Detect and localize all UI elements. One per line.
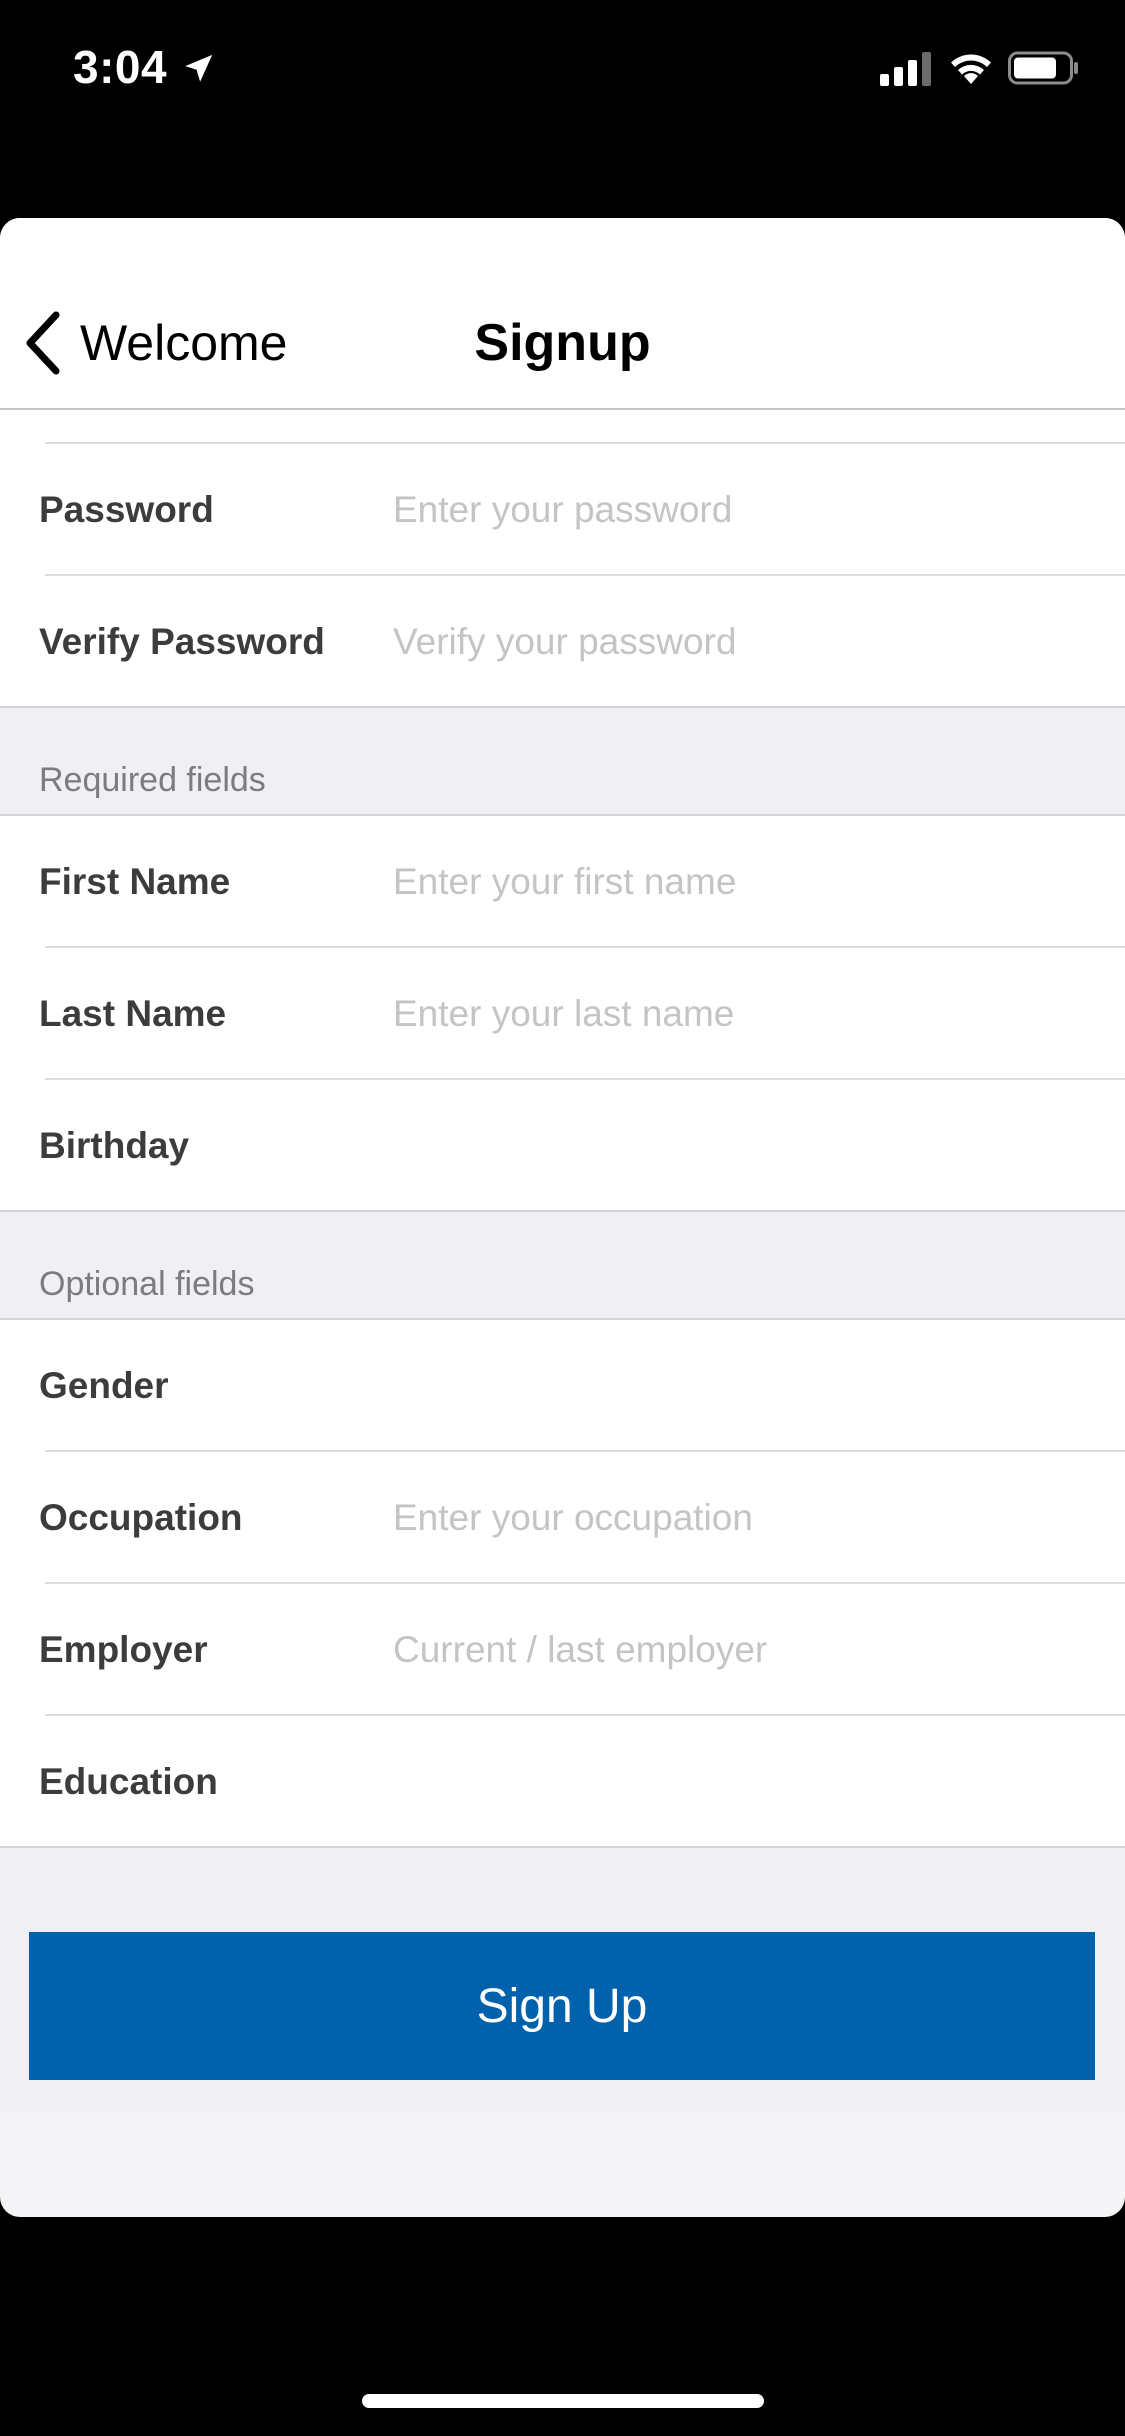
sign-up-button[interactable]: Sign Up	[29, 1932, 1095, 2080]
status-time: 3:04	[73, 41, 168, 93]
occupation-row[interactable]: Occupation	[0, 1452, 1125, 1584]
birthday-row[interactable]: Birthday	[0, 1080, 1125, 1212]
employer-row[interactable]: Employer	[0, 1584, 1125, 1716]
gender-row[interactable]: Gender	[0, 1320, 1125, 1452]
last-name-input[interactable]	[393, 948, 1105, 1080]
home-indicator[interactable]	[362, 2394, 764, 2408]
education-row[interactable]: Education	[0, 1716, 1125, 1848]
optional-fields-label: Optional fields	[39, 1265, 255, 1303]
gender-label: Gender	[39, 1365, 169, 1406]
scrolled-row-edge	[0, 410, 1125, 444]
signup-sheet: Welcome Signup Password Verify Password …	[0, 218, 1125, 2217]
optional-fields-header: Optional fields	[0, 1212, 1125, 1320]
page-title: Signup	[474, 314, 651, 372]
signup-form: Password Verify Password Required fields…	[0, 410, 1125, 2112]
location-arrow-icon	[185, 54, 213, 82]
wifi-icon	[951, 54, 991, 84]
last-name-label: Last Name	[39, 993, 227, 1034]
first-name-row[interactable]: First Name	[0, 816, 1125, 948]
occupation-input[interactable]	[393, 1452, 1105, 1584]
occupation-label: Occupation	[39, 1497, 243, 1538]
password-label: Password	[39, 489, 214, 530]
password-input[interactable]	[393, 444, 1105, 576]
submit-section: Sign Up	[0, 1848, 1125, 2112]
battery-icon	[1008, 51, 1078, 85]
employer-label: Employer	[39, 1629, 208, 1670]
required-fields-label: Required fields	[39, 761, 266, 799]
verify-password-label: Verify Password	[39, 621, 325, 662]
verify-password-row[interactable]: Verify Password	[0, 576, 1125, 708]
cellular-signal-icon	[880, 52, 931, 86]
password-row[interactable]: Password	[0, 444, 1125, 576]
verify-password-input[interactable]	[393, 576, 1105, 708]
required-fields-header: Required fields	[0, 708, 1125, 816]
last-name-row[interactable]: Last Name	[0, 948, 1125, 1080]
first-name-label: First Name	[39, 861, 231, 902]
birthday-label: Birthday	[39, 1125, 190, 1166]
first-name-input[interactable]	[393, 816, 1105, 948]
education-label: Education	[39, 1761, 218, 1802]
status-bar: 3:04	[0, 0, 1125, 140]
employer-input[interactable]	[393, 1584, 1105, 1716]
navigation-bar: Welcome Signup	[0, 218, 1125, 410]
